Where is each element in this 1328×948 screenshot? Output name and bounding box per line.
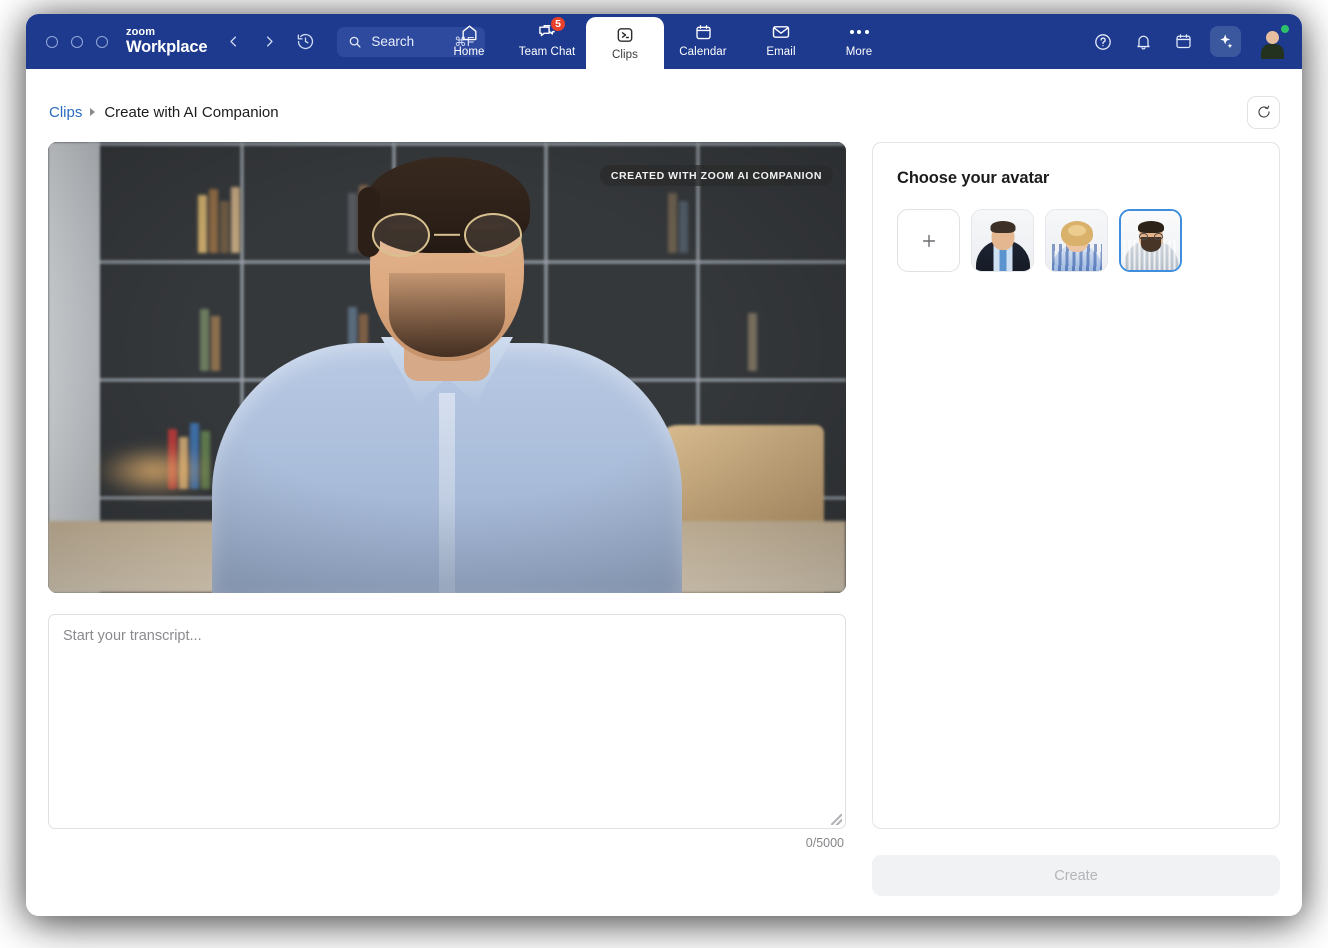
envelope-icon xyxy=(771,21,791,43)
character-counter: 0/5000 xyxy=(805,836,844,850)
help-icon[interactable] xyxy=(1090,29,1116,55)
content-columns: CREATED WITH ZOOM AI COMPANION 0/5000 Ch… xyxy=(48,142,1280,916)
left-column: CREATED WITH ZOOM AI COMPANION 0/5000 xyxy=(48,142,846,912)
presence-status-dot xyxy=(1280,24,1290,34)
page-body: Clips Create with AI Companion CREATED W… xyxy=(26,69,1302,916)
avatar-thumbnail xyxy=(972,210,1033,271)
breadcrumb-separator-icon xyxy=(90,108,96,116)
transcript-input[interactable] xyxy=(49,615,845,828)
calendar-icon xyxy=(694,21,713,43)
breadcrumb: Clips Create with AI Companion xyxy=(48,95,1280,129)
avatar-option-1[interactable] xyxy=(971,209,1034,272)
transcript-input-wrapper xyxy=(48,614,846,829)
calendar-icon[interactable] xyxy=(1170,29,1196,55)
right-column: Choose your avatar Create xyxy=(872,142,1280,912)
create-button[interactable]: Create xyxy=(872,855,1280,896)
tab-team-chat[interactable]: 5 Team Chat xyxy=(508,14,586,69)
profile-avatar[interactable] xyxy=(1257,24,1290,57)
main-navigation-tabs: Home 5 Team Chat Clips Calendar Email Mo… xyxy=(430,14,898,69)
tab-more[interactable]: More xyxy=(820,14,898,69)
maximize-window-button[interactable] xyxy=(96,35,108,48)
desktop-backdrop: zoom Workplace Search ⌘F Home 5 Team Cha… xyxy=(0,0,1328,948)
zoom-workplace-logo: zoom Workplace xyxy=(126,26,208,57)
ai-companion-badge: CREATED WITH ZOOM AI COMPANION xyxy=(599,165,833,186)
breadcrumb-clips-link[interactable]: Clips xyxy=(49,104,82,121)
more-dots-icon xyxy=(849,21,869,43)
back-button[interactable] xyxy=(221,30,245,54)
avatar-thumbnail xyxy=(1121,211,1180,270)
video-vignette xyxy=(48,142,846,593)
minimize-window-button[interactable] xyxy=(71,35,83,48)
video-preview[interactable]: CREATED WITH ZOOM AI COMPANION xyxy=(48,142,846,593)
tab-email[interactable]: Email xyxy=(742,14,820,69)
choose-avatar-title: Choose your avatar xyxy=(897,169,1050,187)
nav-arrows xyxy=(221,30,325,54)
bell-icon[interactable] xyxy=(1130,29,1156,55)
tab-more-label: More xyxy=(845,46,873,58)
tab-clips-label: Clips xyxy=(611,49,639,61)
tab-clips[interactable]: Clips xyxy=(586,17,664,69)
page-title: Create with AI Companion xyxy=(104,103,279,121)
tab-calendar-label: Calendar xyxy=(679,46,727,58)
avatar-options-row xyxy=(897,209,1255,272)
titlebar: zoom Workplace Search ⌘F Home 5 Team Cha… xyxy=(26,14,1302,69)
chat-icon: 5 xyxy=(537,16,566,43)
header-right-icons xyxy=(1090,24,1290,57)
window-controls[interactable] xyxy=(46,35,108,48)
add-avatar-button[interactable] xyxy=(897,209,960,272)
avatar-option-3[interactable] xyxy=(1119,209,1182,272)
ai-sparkle-icon[interactable] xyxy=(1210,26,1241,57)
tab-email-label: Email xyxy=(766,46,796,58)
team-chat-unread-badge: 5 xyxy=(550,16,566,32)
plus-icon xyxy=(922,234,935,247)
tab-home-label: Home xyxy=(453,46,485,58)
brand-zoom-text: zoom xyxy=(126,26,156,39)
history-icon[interactable] xyxy=(293,30,317,54)
tab-team-chat-label: Team Chat xyxy=(518,46,576,58)
avatar-thumbnail xyxy=(1046,210,1107,271)
clips-icon xyxy=(615,24,635,46)
search-icon xyxy=(350,36,361,48)
avatar-option-2[interactable] xyxy=(1045,209,1108,272)
brand-workplace-text: Workplace xyxy=(126,38,208,57)
tab-calendar[interactable]: Calendar xyxy=(664,14,742,69)
refresh-icon xyxy=(1257,105,1270,118)
zoom-workplace-window: zoom Workplace Search ⌘F Home 5 Team Cha… xyxy=(26,14,1302,916)
forward-button[interactable] xyxy=(257,30,281,54)
choose-avatar-panel: Choose your avatar xyxy=(872,142,1280,829)
refresh-button[interactable] xyxy=(1247,95,1280,129)
tab-home[interactable]: Home xyxy=(430,14,508,69)
close-window-button[interactable] xyxy=(46,35,58,48)
home-icon xyxy=(460,21,479,43)
